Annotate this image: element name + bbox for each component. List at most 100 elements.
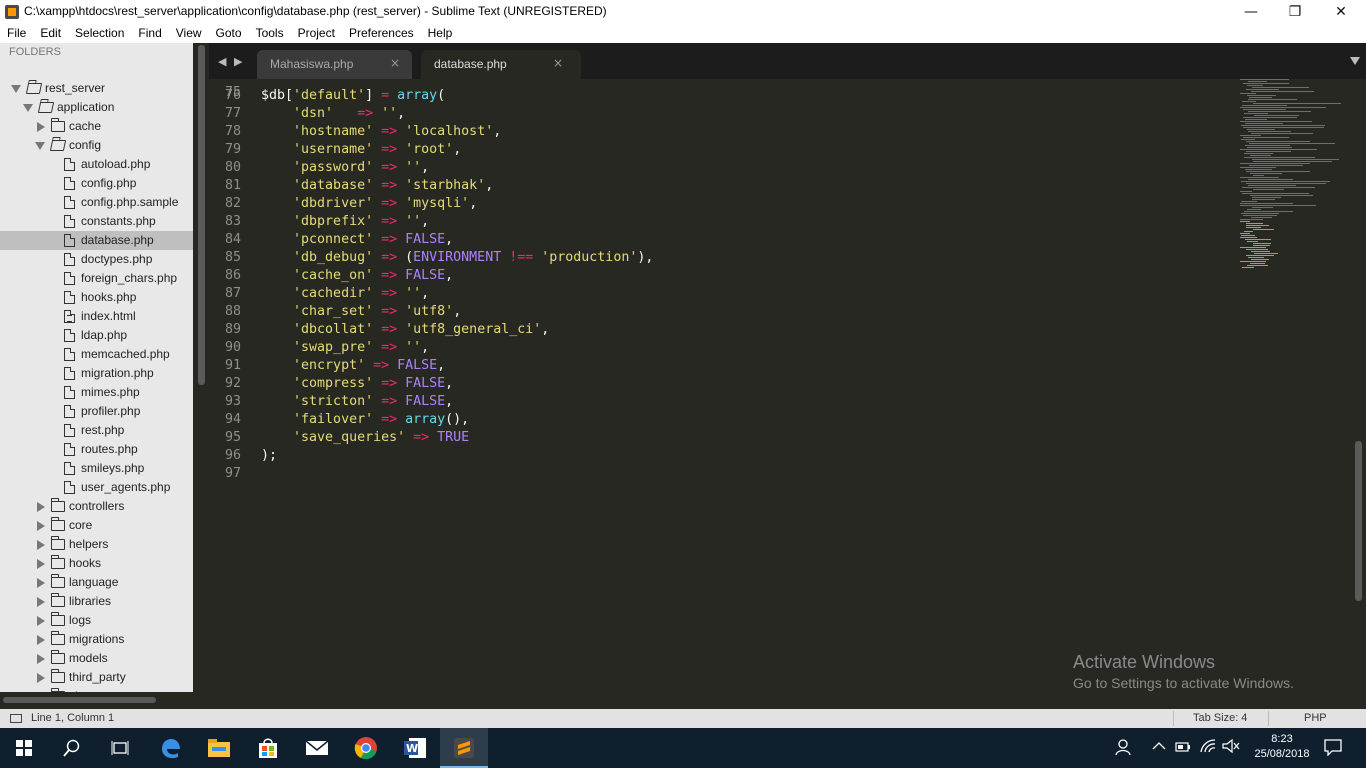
sidebar-item-database-php[interactable]: database.php: [0, 231, 193, 250]
system-clock[interactable]: 8:23 25/08/2018: [1252, 732, 1312, 762]
sidebar-item-migration-php[interactable]: migration.php: [0, 364, 193, 383]
sidebar-item-smileys-php[interactable]: smileys.php: [0, 459, 193, 478]
sidebar-item-label: autoload.php: [81, 157, 151, 171]
sidebar-item-user-agents-php[interactable]: user_agents.php: [0, 478, 193, 497]
sidebar-item-autoload-php[interactable]: autoload.php: [0, 155, 193, 174]
chevron-right-icon[interactable]: [37, 540, 45, 550]
menu-view[interactable]: View: [169, 24, 209, 43]
chevron-right-icon[interactable]: [37, 616, 45, 626]
battery-icon[interactable]: [1175, 742, 1191, 752]
chevron-right-icon[interactable]: [37, 502, 45, 512]
menu-help[interactable]: Help: [421, 24, 460, 43]
menu-edit[interactable]: Edit: [33, 24, 68, 43]
sidebar-item-helpers[interactable]: helpers: [0, 535, 193, 554]
sidebar-item-logs[interactable]: logs: [0, 611, 193, 630]
close-button[interactable]: ✕: [1318, 0, 1364, 24]
people-icon[interactable]: [1114, 738, 1132, 756]
sidebar-item-foreign-chars-php[interactable]: foreign_chars.php: [0, 269, 193, 288]
tab-nav-right-icon[interactable]: ▶: [234, 55, 242, 68]
menu-tools[interactable]: Tools: [249, 24, 291, 43]
scrollbar-thumb[interactable]: [3, 697, 156, 703]
line-number: 77: [224, 106, 241, 121]
tab-nav-left-icon[interactable]: ◀: [218, 55, 226, 68]
tab-mahasiswa[interactable]: Mahasiswa.php ×: [257, 50, 412, 79]
scrollbar-thumb[interactable]: [1355, 441, 1362, 601]
minimap[interactable]: [1240, 79, 1341, 279]
menu-file[interactable]: File: [0, 24, 33, 43]
sidebar-item-hooks-php[interactable]: hooks.php: [0, 288, 193, 307]
sidebar-item-config-php[interactable]: config.php: [0, 174, 193, 193]
sidebar-item-language[interactable]: language: [0, 573, 193, 592]
mail-button[interactable]: [293, 728, 341, 768]
volume-muted-icon[interactable]: [1222, 738, 1240, 754]
sidebar-item-libraries[interactable]: libraries: [0, 592, 193, 611]
word-button[interactable]: W: [391, 728, 439, 768]
sidebar-item-application[interactable]: application: [0, 98, 193, 117]
sidebar-item-memcached-php[interactable]: memcached.php: [0, 345, 193, 364]
sidebar-item-models[interactable]: models: [0, 649, 193, 668]
wifi-icon[interactable]: [1199, 738, 1217, 754]
search-button[interactable]: [48, 728, 96, 768]
chevron-right-icon[interactable]: [37, 521, 45, 531]
chevron-down-icon[interactable]: [35, 142, 45, 150]
minimize-button[interactable]: —: [1228, 0, 1274, 24]
sidebar-item-label: smileys.php: [81, 461, 145, 475]
tab-database[interactable]: database.php ×: [421, 50, 581, 79]
sidebar-item-core[interactable]: core: [0, 516, 193, 535]
code-editor[interactable]: 75 76 $db['default'] = array(77 'dsn' => …: [209, 79, 1350, 709]
chevron-right-icon[interactable]: [37, 673, 45, 683]
editor-vertical-scrollbar[interactable]: [1350, 79, 1366, 709]
chevron-right-icon[interactable]: [37, 578, 45, 588]
sidebar-item-third-party[interactable]: third_party: [0, 668, 193, 687]
folder-icon: [51, 536, 65, 550]
scrollbar-thumb[interactable]: [198, 45, 205, 385]
chevron-right-icon[interactable]: [37, 122, 45, 132]
menu-find[interactable]: Find: [131, 24, 168, 43]
tab-size-selector[interactable]: Tab Size: 4: [1193, 712, 1247, 724]
chevron-right-icon[interactable]: [37, 597, 45, 607]
start-button[interactable]: [0, 728, 48, 768]
edge-button[interactable]: [146, 728, 194, 768]
sidebar-item-cache[interactable]: cache: [0, 117, 193, 136]
maximize-button[interactable]: ❐: [1272, 0, 1318, 24]
sidebar-item-migrations[interactable]: migrations: [0, 630, 193, 649]
menu-goto[interactable]: Goto: [209, 24, 249, 43]
chevron-up-icon[interactable]: [1152, 741, 1166, 751]
file-explorer-button[interactable]: [195, 728, 243, 768]
tab-close-icon[interactable]: ×: [390, 56, 400, 70]
sublime-text-button[interactable]: [440, 728, 488, 768]
menu-project[interactable]: Project: [291, 24, 342, 43]
chevron-right-icon[interactable]: [37, 654, 45, 664]
notifications-icon[interactable]: [1324, 738, 1342, 756]
chevron-right-icon[interactable]: [37, 559, 45, 569]
chrome-button[interactable]: [342, 728, 390, 768]
sidebar-item-profiler-php[interactable]: profiler.php: [0, 402, 193, 421]
sidebar-item-index-html[interactable]: index.html: [0, 307, 193, 326]
chevron-down-icon[interactable]: [23, 104, 33, 112]
sidebar-horizontal-scrollbar[interactable]: [0, 692, 193, 709]
sidebar-item-doctypes-php[interactable]: doctypes.php: [0, 250, 193, 269]
sidebar-item-controllers[interactable]: controllers: [0, 497, 193, 516]
code-text: 'encrypt' => FALSE,: [293, 358, 446, 373]
panel-toggle-icon[interactable]: [10, 714, 22, 723]
sidebar-item-constants-php[interactable]: constants.php: [0, 212, 193, 231]
sidebar-item-routes-php[interactable]: routes.php: [0, 440, 193, 459]
file-icon: [64, 310, 75, 323]
sidebar-vertical-scrollbar[interactable]: [193, 43, 209, 709]
sidebar-item-ldap-php[interactable]: ldap.php: [0, 326, 193, 345]
syntax-selector[interactable]: PHP: [1304, 712, 1327, 724]
chevron-right-icon[interactable]: [37, 635, 45, 645]
store-button[interactable]: [244, 728, 292, 768]
sidebar-item-config[interactable]: config: [0, 136, 193, 155]
menu-preferences[interactable]: Preferences: [342, 24, 421, 43]
menu-selection[interactable]: Selection: [68, 24, 131, 43]
task-view-button[interactable]: [96, 728, 144, 768]
tab-close-icon[interactable]: ×: [553, 56, 563, 70]
chevron-down-icon[interactable]: [11, 85, 21, 93]
tab-list-dropdown-icon[interactable]: [1350, 57, 1360, 65]
sidebar-item-rest-php[interactable]: rest.php: [0, 421, 193, 440]
sidebar-item-rest-server[interactable]: rest_server: [0, 79, 193, 98]
sidebar-item-hooks[interactable]: hooks: [0, 554, 193, 573]
sidebar-item-mimes-php[interactable]: mimes.php: [0, 383, 193, 402]
sidebar-item-config-php-sample[interactable]: config.php.sample: [0, 193, 193, 212]
